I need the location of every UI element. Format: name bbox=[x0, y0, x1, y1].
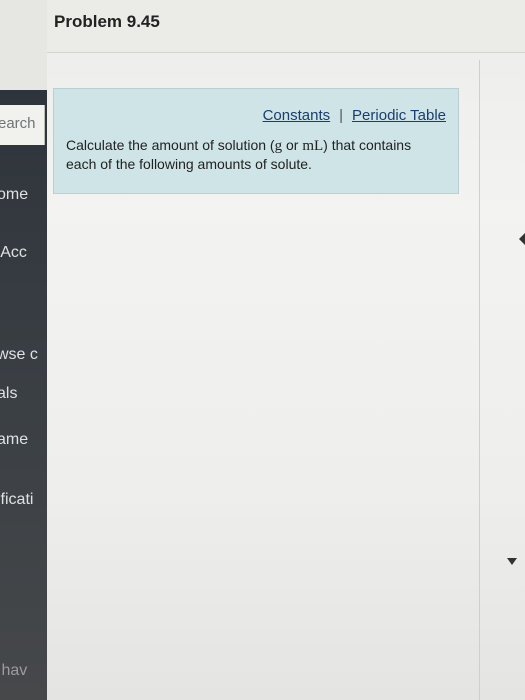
unit-milliliters: mL bbox=[302, 138, 324, 154]
left-sidebar: earch ome Acc wse c als ame ificati Ihav bbox=[0, 0, 47, 700]
link-separator: | bbox=[339, 107, 344, 124]
search-placeholder: earch bbox=[0, 115, 36, 132]
resource-links: Constants | Periodic Table bbox=[263, 107, 446, 124]
sidebar-item-notifications[interactable]: ificati bbox=[0, 491, 33, 509]
page-title: Problem 9.45 bbox=[54, 12, 160, 31]
info-panel: Constants | Periodic Table Calculate the a… bbox=[53, 88, 459, 194]
sidebar-item-browse[interactable]: wse c bbox=[0, 346, 38, 364]
sidebar-item-account[interactable]: Acc bbox=[0, 244, 27, 262]
constants-link[interactable]: Constants bbox=[263, 107, 331, 124]
sidebar-item-footer-text: Ihav bbox=[0, 662, 28, 679]
main-page: Problem 9.45 Constants | Periodic Table Ca… bbox=[47, 0, 525, 700]
sidebar-header bbox=[0, 0, 47, 90]
instruction-text-2: or bbox=[282, 137, 303, 153]
periodic-table-link[interactable]: Periodic Table bbox=[352, 107, 446, 124]
sidebar-item-home[interactable]: ome bbox=[0, 186, 28, 204]
sidebar-item-deals[interactable]: als bbox=[0, 385, 17, 403]
sidebar-item-rename[interactable]: ame bbox=[0, 431, 28, 449]
right-panel-edge bbox=[479, 60, 525, 700]
instruction-text-1: Calculate the amount of solution ( bbox=[66, 137, 275, 153]
chevron-down-icon[interactable] bbox=[507, 558, 517, 565]
problem-instructions: Calculate the amount of solution (g or m… bbox=[66, 136, 436, 173]
collapse-arrow-icon[interactable] bbox=[519, 233, 525, 245]
unit-grams: g bbox=[274, 138, 283, 154]
title-bar: Problem 9.45 bbox=[47, 0, 525, 53]
